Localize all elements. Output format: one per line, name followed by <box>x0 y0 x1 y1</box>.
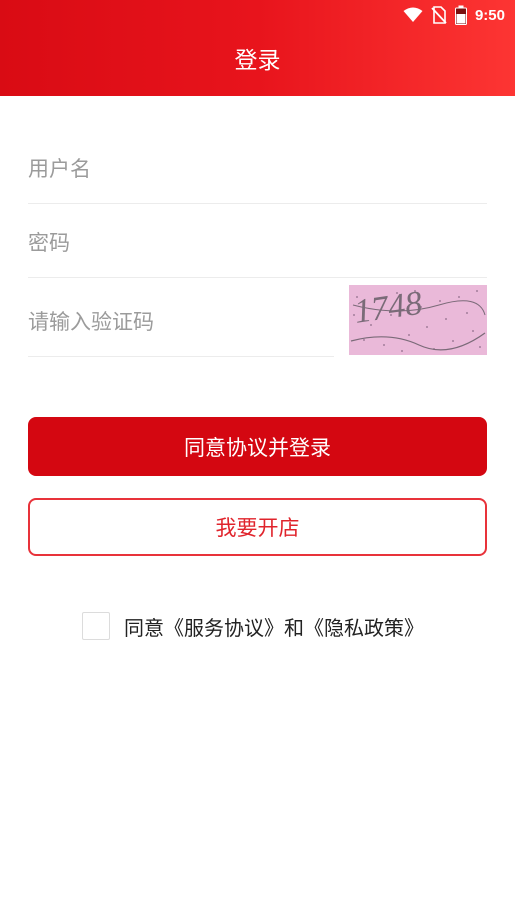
open-store-button[interactable]: 我要开店 <box>28 498 487 556</box>
page-title: 登录 <box>234 48 281 74</box>
wifi-icon <box>403 7 423 23</box>
agreement-row: 同意《服务协议》和《隐私政策》 <box>82 611 424 641</box>
captcha-field <box>28 283 334 357</box>
app-header: 9:50 登录 <box>0 0 515 96</box>
agreement-text[interactable]: 同意《服务协议》和《隐私政策》 <box>124 612 424 641</box>
captcha-image[interactable]: 1748 <box>349 285 487 355</box>
password-field <box>28 204 487 278</box>
battery-icon <box>454 5 467 25</box>
agreement-checkbox[interactable] <box>82 612 110 640</box>
status-time: 9:50 <box>474 6 505 24</box>
agree-and-login-button[interactable]: 同意协议并登录 <box>28 417 487 476</box>
captcha-input[interactable] <box>28 310 334 334</box>
password-input[interactable] <box>28 231 487 255</box>
no-sim-icon <box>431 6 447 24</box>
username-field <box>28 130 487 204</box>
status-bar: 9:50 <box>403 4 505 26</box>
username-input[interactable] <box>28 157 487 181</box>
